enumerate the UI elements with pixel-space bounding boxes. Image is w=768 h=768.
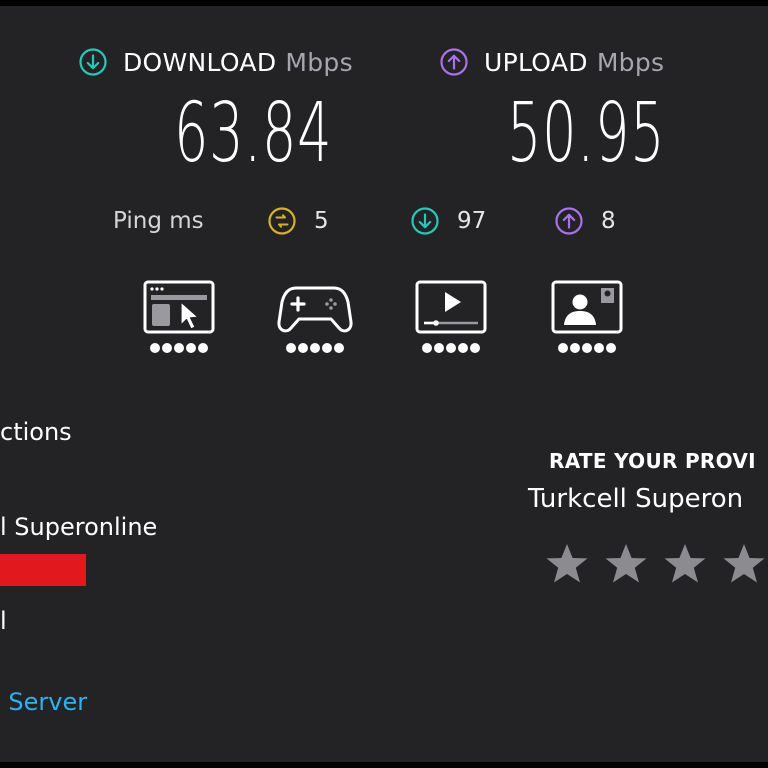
download-unit: Mbps <box>285 47 353 77</box>
rating-dot <box>334 343 344 353</box>
web-browsing-icon <box>143 280 215 334</box>
gaming-rating <box>276 343 354 353</box>
isp-logo <box>0 554 86 586</box>
rating-dot <box>162 343 172 353</box>
upload-unit: Mbps <box>596 47 665 77</box>
star-icon[interactable] <box>722 542 766 586</box>
video-player-icon <box>415 280 487 334</box>
download-latency-value: 97 <box>457 208 487 234</box>
rating-dot <box>310 343 320 353</box>
idle-latency: 5 <box>268 202 329 240</box>
download-label: DOWNLOAD <box>123 47 277 77</box>
usage-gaming[interactable] <box>276 280 354 353</box>
usage-video-streaming[interactable] <box>412 280 490 353</box>
upload-latency: 8 <box>555 202 616 240</box>
rate-provider-name: Turkcell Superon <box>528 484 744 514</box>
upload-latency-icon <box>555 207 583 235</box>
web-browsing-rating <box>140 343 218 353</box>
rating-dot <box>434 343 444 353</box>
rating-dot <box>150 343 160 353</box>
provider-rating-stars[interactable] <box>545 542 766 586</box>
change-server-link[interactable]: e Server <box>0 688 87 716</box>
rating-dot <box>186 343 196 353</box>
rating-dot <box>322 343 332 353</box>
ping-label-text: Ping <box>113 208 162 234</box>
server-name: l <box>0 607 7 635</box>
rating-dot <box>174 343 184 353</box>
connections-heading: ctions <box>0 418 72 446</box>
star-icon[interactable] <box>663 542 707 586</box>
download-latency-icon <box>411 207 439 235</box>
download-latency: 97 <box>411 202 486 240</box>
gamepad-icon <box>277 286 353 333</box>
idle-latency-icon <box>268 207 296 235</box>
rating-dot <box>458 343 468 353</box>
idle-latency-value: 5 <box>314 208 329 234</box>
rating-dot <box>298 343 308 353</box>
rating-dot <box>594 343 604 353</box>
rating-dot <box>606 343 616 353</box>
isp-name: l Superonline <box>0 513 158 541</box>
rating-dot <box>470 343 480 353</box>
star-icon[interactable] <box>545 542 589 586</box>
upload-speed-value: 50.95 <box>507 86 666 181</box>
download-speed-value: 63.84 <box>174 86 333 181</box>
upload-header: UPLOAD Mbps <box>440 46 664 78</box>
rating-dot <box>570 343 580 353</box>
rating-dot <box>422 343 432 353</box>
speedtest-result-panel: DOWNLOAD Mbps UPLOAD Mbps 63.84 50.95 Pi… <box>0 6 768 762</box>
rating-dot <box>198 343 208 353</box>
video-streaming-rating <box>412 343 490 353</box>
usage-video-chat[interactable] <box>548 280 626 353</box>
rating-dot <box>582 343 592 353</box>
upload-latency-value: 8 <box>601 208 616 234</box>
rating-dot <box>286 343 296 353</box>
usage-web-browsing[interactable] <box>140 280 218 353</box>
download-header: DOWNLOAD Mbps <box>79 46 353 78</box>
rating-dot <box>558 343 568 353</box>
upload-arrow-icon <box>440 48 468 76</box>
star-icon[interactable] <box>604 542 648 586</box>
video-call-icon <box>551 280 623 334</box>
rating-dot <box>446 343 456 353</box>
ping-label: Ping ms <box>113 202 204 240</box>
ping-unit: ms <box>169 208 204 234</box>
download-arrow-icon <box>79 48 107 76</box>
upload-label: UPLOAD <box>484 47 588 77</box>
video-chat-rating <box>548 343 626 353</box>
rate-provider-title: RATE YOUR PROVI <box>549 449 756 473</box>
